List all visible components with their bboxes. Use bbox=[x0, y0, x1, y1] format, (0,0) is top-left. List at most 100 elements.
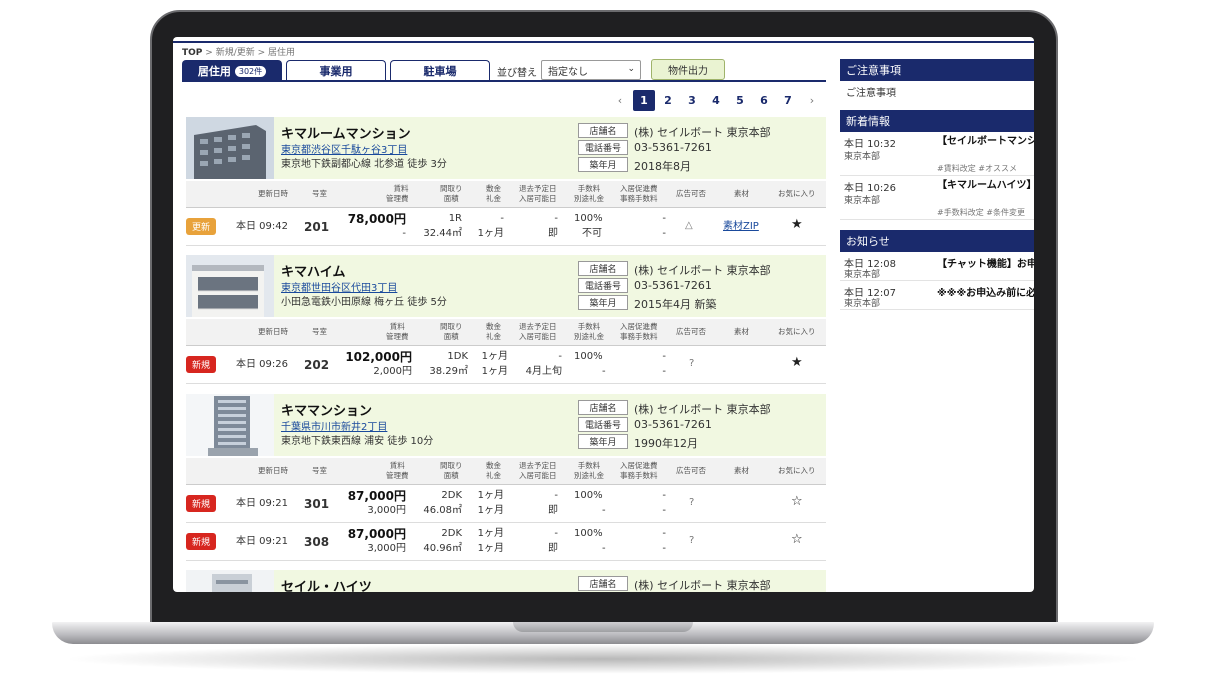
info-item[interactable]: 本日 12:07 東京本部 ※※※お申込み前に必 bbox=[840, 281, 1034, 310]
building-name[interactable]: キママンション bbox=[281, 400, 372, 419]
row-rent: 87,000円 bbox=[347, 489, 406, 503]
page-button[interactable]: 4 bbox=[705, 90, 727, 111]
building-card: セイル・ハイツ 店舗名 (株) セイルボート 東京本部 bbox=[186, 570, 826, 592]
col-rent: 賃料 管理費 bbox=[386, 322, 409, 342]
info-title: お知らせ bbox=[840, 230, 1034, 252]
row-ad: ? bbox=[689, 535, 695, 546]
building-photo[interactable] bbox=[186, 570, 274, 592]
row-key: 1ヶ月 bbox=[477, 543, 504, 554]
col-vacate-label: 退去予定日 bbox=[519, 322, 557, 331]
favorite-star-icon[interactable]: ☆ bbox=[791, 495, 803, 509]
news-panel: 新着情報 本日 10:32 東京本部 【セイルボートマンション！ #賃料改定 #… bbox=[840, 110, 1034, 220]
page-button[interactable]: 7 bbox=[777, 90, 799, 111]
table-row[interactable]: 新規 本日 09:21 308 87,000円 3,000円 2DK 40.96… bbox=[186, 523, 826, 561]
building-address[interactable]: 東京都世田谷区代田3丁目 bbox=[281, 279, 397, 294]
breadcrumb-top[interactable]: TOP bbox=[182, 48, 202, 58]
row-area: 40.96㎡ bbox=[423, 543, 462, 554]
page-button[interactable]: 6 bbox=[753, 90, 775, 111]
page-button[interactable]: 5 bbox=[729, 90, 751, 111]
shop-label: 店舗名 bbox=[578, 261, 628, 276]
row-room[interactable]: 201 bbox=[304, 220, 329, 234]
col-layout: 間取り 面積 bbox=[440, 184, 463, 204]
building-name[interactable]: キマルームマンション bbox=[281, 123, 411, 142]
row-room[interactable]: 202 bbox=[304, 358, 329, 372]
row-fee: 100% bbox=[574, 213, 603, 224]
col-area-label: 面積 bbox=[443, 471, 459, 480]
news-title: 新着情報 bbox=[840, 110, 1034, 132]
pagination: ‹ 1 2 3 4 5 6 7 › bbox=[609, 90, 823, 111]
building-photo[interactable] bbox=[186, 117, 274, 179]
table-row[interactable]: 更新 本日 09:42 201 78,000円 - 1R 32.44㎡ - 1ヶ… bbox=[186, 208, 826, 246]
building-name[interactable]: キマハイム bbox=[281, 261, 345, 280]
col-layout-label: 間取り bbox=[440, 461, 463, 470]
tab-parking[interactable]: 駐車場 bbox=[390, 60, 490, 81]
material-zip-link[interactable]: 素材ZIP bbox=[723, 220, 759, 234]
col-promo-label: 入居促進費 bbox=[620, 322, 658, 331]
table-header: 更新日時 号室 賃料 管理費 間取り 面積 敷金 礼金 退去予定日 入居可能日 手数料別… bbox=[186, 458, 826, 485]
phone-label: 電話番号 bbox=[578, 417, 628, 432]
breadcrumb-mid[interactable]: 新規/更新 bbox=[216, 48, 255, 58]
next-page-button[interactable]: › bbox=[801, 90, 823, 111]
col-layout-label: 間取り bbox=[440, 322, 463, 331]
favorite-star-icon[interactable]: ★ bbox=[791, 218, 803, 232]
building-address[interactable]: 東京都渋谷区千駄ヶ谷3丁目 bbox=[281, 141, 407, 156]
tab-residential[interactable]: 居住用 302件 bbox=[182, 60, 282, 81]
building-photo[interactable] bbox=[186, 255, 274, 317]
info-headline[interactable]: 【チャット機能】お申 bbox=[937, 255, 1034, 270]
row-promo: - bbox=[662, 528, 666, 539]
news-item[interactable]: 本日 10:26 東京本部 【キマルームハイツ】増額！ #手数料改定 #条件変更 bbox=[840, 176, 1034, 220]
table-row[interactable]: 新規 本日 09:26 202 102,000円 2,000円 1DK 38.2… bbox=[186, 346, 826, 384]
col-updated: 更新日時 bbox=[258, 466, 288, 475]
page-button[interactable]: 1 bbox=[633, 90, 655, 111]
col-rent-label: 賃料 bbox=[389, 322, 405, 331]
row-ad: ? bbox=[689, 497, 695, 508]
row-key: 1ヶ月 bbox=[481, 366, 508, 377]
row-fee: 100% bbox=[574, 490, 603, 501]
shop-label: 店舗名 bbox=[578, 576, 628, 591]
news-headline[interactable]: 【キマルームハイツ】増額！ bbox=[937, 179, 1034, 193]
col-sepkey-label: 別途礼金 bbox=[574, 332, 604, 341]
info-item[interactable]: 本日 12:08 東京本部 【チャット機能】お申 bbox=[840, 252, 1034, 281]
row-rent: 102,000円 bbox=[345, 350, 412, 364]
count-badge: 302件 bbox=[234, 65, 267, 77]
row-fee: 100% bbox=[574, 351, 603, 362]
info-headline[interactable]: ※※※お申込み前に必 bbox=[937, 284, 1034, 299]
news-tags: #賃料改定 #オススメ bbox=[937, 164, 1017, 173]
tab-commercial[interactable]: 事業用 bbox=[286, 60, 386, 81]
table-header: 更新日時 号室 賃料 管理費 間取り 面積 敷金 礼金 退去予定日 入居可能日 手数料別… bbox=[186, 319, 826, 346]
row-rent: 78,000円 bbox=[347, 212, 406, 226]
breadcrumb-sep: > bbox=[257, 48, 266, 58]
news-item[interactable]: 本日 10:32 東京本部 【セイルボートマンション！ #賃料改定 #オススメ bbox=[840, 132, 1034, 176]
building-card: キママンション 千葉県市川市新井2丁目 東京地下鉄東西線 浦安 徒歩 10分 店… bbox=[186, 394, 826, 456]
phone-value: 03-5361-7261 bbox=[634, 141, 712, 154]
col-deposit-label: 敷金 bbox=[486, 461, 501, 470]
table-row[interactable]: 新規 本日 09:21 301 87,000円 3,000円 2DK 46.08… bbox=[186, 485, 826, 523]
row-room[interactable]: 301 bbox=[304, 497, 329, 511]
col-movein-label: 入居可能日 bbox=[519, 194, 557, 203]
building-name[interactable]: セイル・ハイツ bbox=[281, 576, 372, 592]
col-vacate: 退去予定日 入居可能日 bbox=[519, 184, 557, 204]
page-button[interactable]: 3 bbox=[681, 90, 703, 111]
page-button[interactable]: 2 bbox=[657, 90, 679, 111]
col-vacate-label: 退去予定日 bbox=[519, 461, 557, 470]
built-label: 築年月 bbox=[578, 295, 628, 310]
building-address[interactable]: 千葉県市川市新井2丁目 bbox=[281, 418, 387, 433]
row-movein: 4月上旬 bbox=[525, 366, 562, 377]
col-key-label: 礼金 bbox=[486, 471, 501, 480]
row-sepkey: - bbox=[602, 543, 606, 554]
sort-select[interactable]: 指定なし ⌄ bbox=[541, 60, 641, 80]
export-button[interactable]: 物件出力 bbox=[651, 59, 725, 80]
row-room[interactable]: 308 bbox=[304, 535, 329, 549]
col-ad: 広告可否 bbox=[676, 466, 706, 475]
row-layout: 1DK bbox=[447, 351, 468, 362]
tab-label: 居住用 bbox=[197, 65, 231, 78]
status-badge: 新規 bbox=[186, 356, 216, 373]
prev-page-button[interactable]: ‹ bbox=[609, 90, 631, 111]
built-value: 2018年8月 bbox=[634, 160, 691, 173]
news-headline[interactable]: 【セイルボートマンション！ bbox=[937, 135, 1034, 149]
favorite-star-icon[interactable]: ★ bbox=[791, 356, 803, 370]
building-photo[interactable] bbox=[186, 394, 274, 456]
table-header: 更新日時 号室 賃料 管理費 間取り 面積 敷金 礼金 退去予定日 入居可能日 手数料別… bbox=[186, 181, 826, 208]
row-vacate: - bbox=[558, 351, 562, 362]
favorite-star-icon[interactable]: ☆ bbox=[791, 533, 803, 547]
